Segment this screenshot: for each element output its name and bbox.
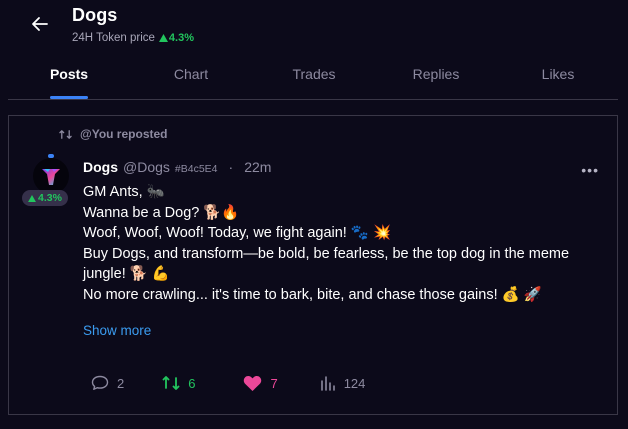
tab-replies[interactable]: Replies	[413, 66, 460, 82]
post-line: No more crawling... it's time to bark, b…	[83, 286, 542, 303]
tab-bar: Posts Chart Trades Replies Likes	[8, 56, 618, 100]
comment-icon	[91, 375, 109, 390]
dogs-logo-icon	[42, 169, 60, 185]
separator-dot: ·	[228, 159, 234, 175]
post-header: Dogs @Dogs #B4c5E4 · 22m	[83, 159, 271, 175]
post-actions: 2 6 7 124	[91, 373, 365, 393]
repost-button[interactable]: 6	[162, 374, 195, 392]
triangle-up-icon	[28, 194, 36, 202]
reply-count: 2	[117, 375, 125, 391]
price-change: 4.3%	[158, 32, 194, 44]
heart-icon	[244, 375, 262, 391]
author-name[interactable]: Dogs	[83, 159, 118, 175]
repost-count: 6	[188, 375, 196, 391]
post-line: Buy Dogs, and transform—be bold, be fear…	[83, 245, 570, 283]
back-arrow-icon[interactable]	[28, 12, 52, 36]
price-change-value: 4.3%	[168, 32, 194, 44]
repost-icon	[162, 376, 180, 390]
post-line: GM Ants, 🐜	[83, 184, 165, 200]
tab-trades[interactable]: Trades	[292, 66, 335, 82]
post-time: 22m	[244, 159, 272, 175]
like-count: 7	[270, 375, 278, 391]
token-price-label: 24H Token price	[72, 32, 155, 44]
repost-indicator: @You reposted	[59, 127, 168, 141]
post-card[interactable]: @You reposted 4.3% Dogs @Dogs #B4c5E4 · …	[8, 115, 618, 415]
post-line: Woof, Woof, Woof! Today, we fight again!…	[83, 225, 391, 241]
repost-text: @You reposted	[80, 127, 168, 141]
reply-button[interactable]: 2	[91, 375, 124, 391]
more-options-icon[interactable]: •••	[581, 162, 599, 178]
token-price-line: 24H Token price 4.3%	[72, 32, 194, 44]
tab-posts[interactable]: Posts	[50, 66, 88, 82]
active-tab-indicator	[50, 96, 88, 99]
avatar[interactable]	[33, 158, 69, 194]
triangle-up-icon	[158, 34, 168, 42]
author-handle[interactable]: @Dogs	[123, 159, 170, 175]
post-line: Wanna be a Dog? 🐕🔥	[83, 204, 240, 221]
post-body: GM Ants, 🐜 Wanna be a Dog? 🐕🔥 Woof, Woof…	[83, 182, 573, 305]
avatar-price-badge: 4.3%	[22, 190, 68, 206]
author-address: #B4c5E4	[174, 163, 218, 175]
page-header: Dogs 24H Token price 4.3% Posts Chart Tr…	[0, 0, 628, 100]
tab-likes[interactable]: Likes	[542, 66, 575, 82]
repost-icon	[59, 129, 72, 139]
views-indicator[interactable]: 124	[320, 375, 366, 391]
like-button[interactable]: 7	[243, 375, 278, 392]
show-more-link[interactable]: Show more	[83, 323, 151, 338]
avatar-badge-value: 4.3%	[38, 192, 62, 204]
view-count: 124	[343, 375, 366, 391]
tab-chart[interactable]: Chart	[174, 66, 208, 82]
page-title: Dogs	[72, 5, 118, 25]
bar-chart-icon	[320, 376, 335, 391]
